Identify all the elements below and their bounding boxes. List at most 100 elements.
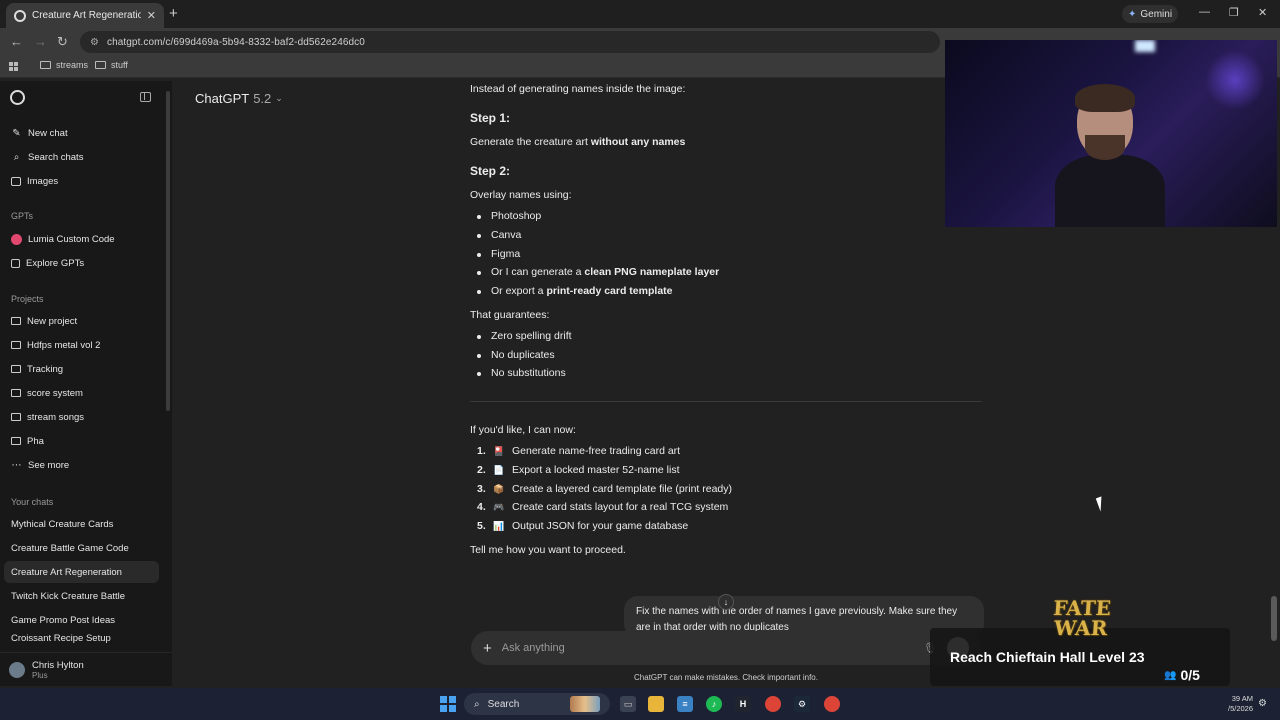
back-icon[interactable]: ← [10, 34, 23, 49]
chat-history-item[interactable]: Croissant Recipe Setup [0, 633, 162, 647]
list-number: 4. [477, 501, 486, 513]
sidebar-item-lumia-custom-code[interactable]: Lumia Custom Code [0, 228, 162, 250]
message-paragraph: If you'd like, I can now: [470, 424, 576, 436]
chat-history-item[interactable]: Game Promo Post Ideas [0, 609, 162, 631]
sidebar-item-project[interactable]: score system [0, 382, 162, 404]
maximize-icon[interactable]: ❐ [1229, 6, 1239, 19]
windows-start-icon[interactable] [440, 696, 456, 712]
clock-time: 39 AM [1231, 694, 1254, 703]
chatgpt-logo-icon[interactable] [10, 90, 25, 105]
chat-title: Creature Art Regeneration [11, 566, 122, 578]
forward-icon[interactable]: → [34, 34, 47, 49]
chat-history-item[interactable]: Mythical Creature Cards [0, 513, 162, 535]
sidebar-item-label: Search chats [28, 151, 84, 163]
bold-text: clean PNG nameplate layer [584, 266, 720, 278]
gemini-label: Gemini [1140, 8, 1173, 20]
chrome-icon[interactable] [765, 696, 781, 712]
bookmark-label: stuff [111, 60, 128, 70]
gemini-button[interactable]: ✦ Gemini [1122, 5, 1179, 23]
scroll-to-bottom-icon[interactable]: ↓ [718, 594, 734, 610]
numbered-list-item: 4. 🎮 Create card stats layout for a real… [477, 501, 728, 513]
chat-history-item[interactable]: Creature Battle Game Code [0, 537, 162, 559]
bookmark-stuff[interactable]: stuff [95, 60, 128, 70]
steam-icon[interactable]: ⚙ [794, 696, 810, 712]
sidebar-item-search-chats[interactable]: ⌕ Search chats [0, 146, 162, 168]
chatgpt-favicon-icon [14, 9, 26, 22]
list-item: Or export a print-ready card template [477, 285, 673, 297]
logo-line: FATE [1052, 596, 1112, 620]
collapse-sidebar-icon[interactable] [140, 92, 151, 102]
close-tab-icon[interactable]: ✕ [147, 9, 156, 22]
numbered-list-item: 3. 📦 Create a layered card template file… [477, 483, 732, 495]
model-name: ChatGPT [195, 91, 250, 106]
sidebar-scrollbar[interactable] [166, 91, 170, 411]
main-scrollbar[interactable] [1271, 596, 1277, 641]
folder-icon [40, 61, 51, 69]
sidebar-item-project[interactable]: stream songs [0, 406, 162, 428]
list-item: Canva [476, 229, 521, 241]
chat-history-item[interactable]: Twitch Kick Creature Battle [0, 585, 162, 607]
sidebar-item-images[interactable]: Images [0, 170, 162, 192]
user-plan: Plus [32, 670, 48, 680]
chat-title: Game Promo Post Ideas [11, 614, 116, 626]
list-number: 1. [477, 445, 486, 457]
folder-icon [11, 437, 21, 445]
apps-icon[interactable] [9, 62, 18, 71]
chat-title: Creature Battle Game Code [11, 542, 129, 554]
taskbar-clock[interactable]: 39 AM /5/2026 [1228, 694, 1253, 714]
chat-title: Twitch Kick Creature Battle [11, 590, 126, 602]
prompt-input[interactable]: Ask anything [502, 642, 913, 654]
sidebar-item-label: score system [27, 387, 83, 399]
file-explorer-icon[interactable] [648, 696, 664, 712]
folder-icon [11, 341, 21, 349]
list-text: Export a locked master 52-name list [512, 464, 680, 476]
notifications-icon[interactable]: ⚙ [1258, 698, 1267, 709]
address-bar[interactable]: ⚙ chatgpt.com/c/699d469a-5b94-8332-baf2-… [80, 31, 940, 53]
reload-icon[interactable]: ↻ [57, 34, 68, 50]
hud-app-icon[interactable]: H [735, 696, 751, 712]
bold-text: print-ready card template [546, 285, 673, 297]
user-menu[interactable]: Chris Hylton Plus [0, 652, 172, 686]
streamer-figure [1055, 80, 1165, 227]
goal-progress-value: 0/5 [1180, 667, 1200, 683]
numbered-list-item: 2. 📄 Export a locked master 52-name list [477, 464, 680, 476]
browser-titlebar: Creature Art Regeneration ✕ + ✦ Gemini —… [0, 0, 1280, 28]
numbered-list-item: 1. 🎴 Generate name-free trading card art [477, 445, 680, 457]
add-attachment-icon[interactable]: + [483, 640, 492, 657]
spotify-icon[interactable]: ♪ [706, 696, 722, 712]
list-number: 5. [477, 520, 486, 532]
message-paragraph: Overlay names using: [470, 189, 572, 201]
browser-tab-active[interactable]: Creature Art Regeneration ✕ [6, 3, 164, 28]
text-run: Photoshop [491, 210, 542, 222]
sidebar-item-new-chat[interactable]: ✎ New chat [0, 122, 162, 144]
task-view-icon[interactable]: ▭ [620, 696, 636, 712]
sidebar-item-new-project[interactable]: New project [0, 310, 162, 332]
notepad-icon[interactable]: ≡ [677, 696, 693, 712]
sidebar-item-explore-gpts[interactable]: Explore GPTs [0, 252, 162, 274]
image-icon [11, 176, 21, 186]
text-run: Or I can generate a [491, 266, 585, 278]
search-icon: ⌕ [13, 151, 20, 163]
model-selector[interactable]: ChatGPT 5.2 ⌄ [195, 91, 283, 106]
message-composer[interactable]: + Ask anything 🎙 [471, 631, 981, 665]
chrome-profile-icon[interactable] [824, 696, 840, 712]
close-window-icon[interactable]: ✕ [1258, 6, 1267, 19]
goal-text: Reach Chieftain Hall Level 23 [950, 649, 1145, 665]
sidebar-item-project[interactable]: Hdfps metal vol 2 [0, 334, 162, 356]
chat-history-item-active[interactable]: Creature Art Regeneration [4, 561, 159, 583]
gamepad-emoji-icon: 🎮 [493, 501, 505, 512]
text-run: Generate the creature art [470, 136, 591, 148]
sidebar-item-see-more[interactable]: ⋯ See more [0, 454, 162, 476]
bookmark-streams[interactable]: streams [40, 60, 88, 70]
sidebar-item-project[interactable]: Tracking [0, 358, 162, 380]
site-info-icon[interactable]: ⚙ [90, 37, 99, 48]
taskbar-search[interactable]: ⌕ Search [464, 693, 610, 715]
minimize-icon[interactable]: — [1199, 6, 1210, 18]
message-paragraph: That guarantees: [470, 309, 550, 321]
sidebar-item-project[interactable]: Pha [0, 430, 162, 452]
ceiling-light [1135, 40, 1155, 52]
new-tab-icon[interactable]: + [169, 5, 178, 22]
package-emoji-icon: 📦 [493, 483, 505, 494]
model-version: 5.2 [253, 91, 272, 106]
projects-heading: Projects [11, 294, 44, 304]
